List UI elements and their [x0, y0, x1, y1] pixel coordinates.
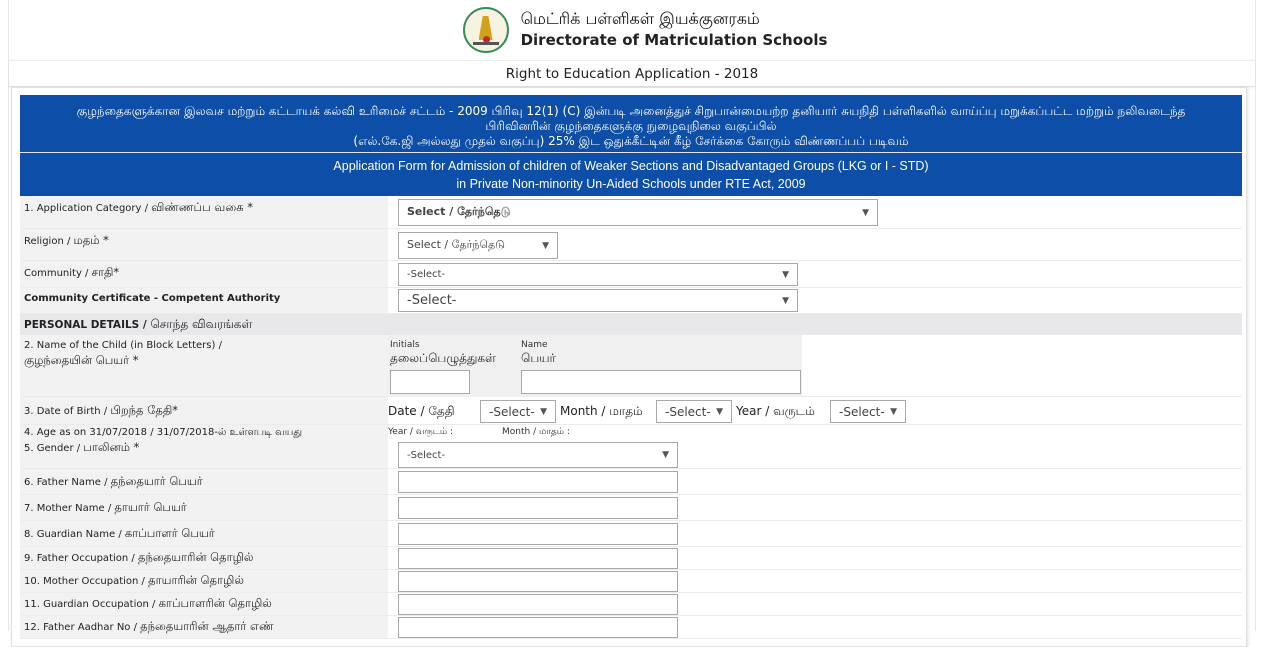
row-father-occupation: 9. Father Occupation / தந்தையாரின் தொழில…: [20, 547, 1242, 570]
row-child-name: 2. Name of the Child (in Block Letters) …: [20, 335, 1242, 397]
site-title-tamil: மெட்ரிக் பள்ளிகள் இயக்குனரகம்: [520, 9, 760, 28]
age-month-label: Month / மாதம் :: [502, 427, 570, 437]
banner-english-line-2: in Private Non-minority Un-Aided Schools…: [456, 177, 806, 191]
site-header: மெட்ரிக் பள்ளிகள் இயக்குனரகம் Directorat…: [9, 0, 1255, 60]
community-certificate-select[interactable]: -Select- ▼: [398, 289, 798, 312]
mother-name-label: 7. Mother Name /: [24, 503, 115, 514]
row-guardian-name: 8. Guardian Name / காப்பாளர் பெயர்: [20, 521, 1242, 547]
banner-english-line-1: Application Form for Admission of childr…: [333, 159, 929, 173]
form-banner: குழந்தைகளுக்கான இலவச மற்றும் கட்டாயக் கல…: [20, 95, 1242, 196]
gender-label: 5. Gender /: [24, 443, 84, 454]
guardian-occupation-input[interactable]: [398, 594, 678, 615]
age-year-label: Year / வருடம் :: [388, 427, 454, 437]
chevron-down-icon: ▼: [542, 240, 549, 251]
page: மெட்ரிக் பள்ளிகள் இயக்குனரகம் Directorat…: [8, 0, 1256, 647]
child-name-label: 2. Name of the Child (in Block Letters) …: [24, 340, 222, 351]
mother-occupation-label: 10. Mother Occupation /: [24, 576, 149, 587]
banner-tamil-line-3: (எல்.கே.ஜி அல்லது முதல் வகுப்பு) 25% இட …: [353, 134, 909, 148]
row-father-name: 6. Father Name / தந்தையார் பெயர்: [20, 469, 1242, 495]
child-name-group: Initials தலைப்பெழுத்துகள் Name பெயர்: [388, 335, 802, 397]
religion-label: Religion /: [24, 236, 74, 247]
father-aadhar-input[interactable]: [398, 617, 678, 638]
row-age: 4. Age as on 31/07/2018 / 31/07/2018-ல் …: [20, 425, 1242, 439]
gender-select[interactable]: -Select- ▼: [398, 442, 678, 468]
religion-select[interactable]: Select / தேர்ந்தெடு ▼: [398, 232, 558, 259]
age-label: 4. Age as on 31/07/2018 / 31/07/2018-ல் …: [24, 427, 302, 438]
child-initials-input[interactable]: [390, 370, 470, 394]
row-mother-occupation: 10. Mother Occupation / தாயாரின் தொழில்: [20, 570, 1242, 593]
guardian-occupation-label: 11. Guardian Occupation /: [24, 599, 159, 610]
father-occupation-input[interactable]: [398, 548, 678, 569]
chevron-down-icon: ▼: [782, 295, 789, 306]
name-label: Name: [521, 340, 548, 350]
row-guardian-occupation: 11. Guardian Occupation / காப்பாளரின் தொ…: [20, 593, 1242, 616]
community-label: Community /: [24, 268, 92, 279]
dob-month-label: Month / மாதம்: [560, 404, 643, 418]
chevron-down-icon: ▼: [716, 406, 723, 417]
banner-tamil-line-2: பிரிவினரின் குழந்தைகளுக்கு நுழைவுநிலை வக…: [485, 119, 777, 133]
father-aadhar-label: 12. Father Aadhar No /: [24, 622, 141, 633]
chevron-down-icon: ▼: [890, 406, 897, 417]
application-category-label: 1. Application Category /: [24, 203, 152, 214]
row-father-aadhar: 12. Father Aadhar No / தந்தையாரின் ஆதார்…: [20, 616, 1242, 639]
chevron-down-icon: ▼: [862, 207, 869, 218]
application-category-select[interactable]: Select / தேர்ந்தெடு ▼: [398, 199, 878, 226]
guardian-name-input[interactable]: [398, 523, 678, 545]
row-mother-name: 7. Mother Name / தாயார் பெயர்: [20, 495, 1242, 521]
chevron-down-icon: ▼: [782, 269, 789, 280]
mother-occupation-input[interactable]: [398, 571, 678, 592]
dob-month-select[interactable]: -Select- ▼: [656, 400, 732, 423]
father-name-input[interactable]: [398, 471, 678, 493]
mother-name-input[interactable]: [398, 497, 678, 519]
dob-label: 3. Date of Birth /: [24, 406, 111, 417]
row-date-of-birth: 3. Date of Birth / பிறந்த தேதி* Date / த…: [20, 397, 1242, 425]
guardian-name-label: 8. Guardian Name /: [24, 529, 125, 540]
dob-date-label: Date / தேதி: [388, 404, 455, 418]
row-community: Community / சாதி* -Select- ▼: [20, 261, 1242, 288]
community-certificate-label: Community Certificate - Competent Author…: [24, 293, 281, 304]
father-occupation-label: 9. Father Occupation /: [24, 553, 138, 564]
row-community-certificate: Community Certificate - Competent Author…: [20, 288, 1242, 314]
tamil-nadu-emblem-icon: [462, 7, 509, 53]
banner-tamil-line-1: குழந்தைகளுக்கான இலவச மற்றும் கட்டாயக் கல…: [76, 104, 1186, 118]
brand: மெட்ரிக் பள்ளிகள் இயக்குனரகம் Directorat…: [462, 7, 828, 53]
application-form: குழந்தைகளுக்கான இலவச மற்றும் கட்டாயக் கல…: [11, 87, 1247, 647]
dob-year-select[interactable]: -Select- ▼: [830, 400, 906, 423]
father-name-label: 6. Father Name /: [24, 477, 111, 488]
row-gender: 5. Gender / பாலினம் * -Select- ▼: [20, 439, 1242, 469]
row-application-category: 1. Application Category / விண்ணப்ப வகை *…: [20, 196, 1242, 229]
personal-details-section-header: PERSONAL DETAILS / சொந்த விவரங்கள்: [20, 314, 1242, 335]
dob-date-select[interactable]: -Select- ▼: [480, 400, 556, 423]
row-religion: Religion / மதம் * Select / தேர்ந்தெடு ▼: [20, 229, 1242, 261]
page-subtitle: Right to Education Application - 2018: [9, 60, 1255, 87]
chevron-down-icon: ▼: [662, 450, 669, 460]
community-select[interactable]: -Select- ▼: [398, 263, 798, 286]
dob-year-label: Year / வருடம்: [736, 404, 815, 418]
child-name-input[interactable]: [521, 370, 801, 394]
site-title-english: Directorate of Matriculation Schools: [520, 31, 828, 49]
chevron-down-icon: ▼: [540, 406, 547, 417]
initials-label: Initials: [390, 340, 420, 350]
